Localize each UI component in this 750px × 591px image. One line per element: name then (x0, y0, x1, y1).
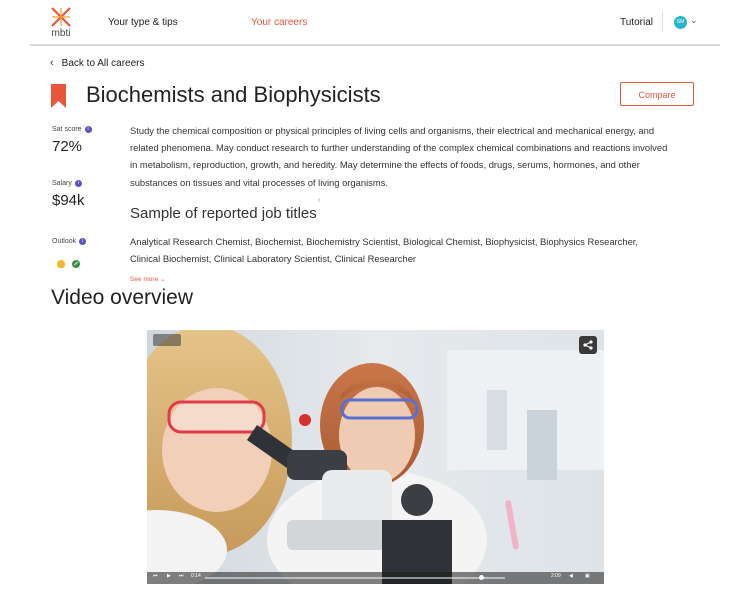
compare-button[interactable]: Compare (620, 82, 694, 106)
salary-value: $94k (52, 192, 85, 209)
chevron-down-icon: ⌄ (160, 276, 166, 283)
info-icon[interactable]: i (74, 180, 82, 187)
progress-handle[interactable] (479, 575, 484, 580)
mbti-logo[interactable]: mbti (46, 6, 76, 40)
time-total: 2:09 (551, 573, 561, 579)
rewind-icon[interactable]: ⏮ (153, 573, 158, 579)
salary-label: Salary i (52, 180, 82, 187)
sat-score-value: 72% (52, 138, 83, 155)
share-icon (583, 340, 593, 350)
nav-your-careers[interactable]: Your careers (251, 17, 307, 28)
job-titles-list: Analytical Research Chemist, Biochemist,… (130, 236, 639, 264)
mbti-logo-icon (51, 7, 71, 27)
job-titles-heading: Sample of reported job titles (130, 205, 317, 222)
info-icon[interactable]: i (79, 238, 87, 245)
career-description: Study the chemical composition or physic… (130, 125, 668, 188)
forward-icon[interactable]: ⏭ (179, 573, 184, 579)
nav-tutorial[interactable]: Tutorial (620, 17, 653, 28)
sat-score-label: Sat score i (52, 126, 92, 133)
chevron-left-icon: ‹ (50, 57, 54, 69)
volume-icon[interactable]: ◀ (569, 573, 573, 579)
nav-your-type[interactable]: Your type & tips (108, 17, 178, 28)
caret-icon: ‹ (318, 197, 321, 204)
page-title: Biochemists and Biophysicists (86, 82, 381, 107)
avatar[interactable]: SM (674, 16, 687, 29)
bookmark-icon[interactable] (51, 84, 66, 108)
time-elapsed: 0:14 (191, 573, 201, 579)
fullscreen-icon[interactable]: ▣ (585, 573, 590, 579)
see-more-link[interactable]: See more ⌄ (130, 275, 165, 283)
top-nav: mbti Your type & tips Your careers Tutor… (0, 0, 750, 46)
chevron-down-icon[interactable]: ⌄ (690, 15, 698, 26)
leaf-icon (72, 260, 80, 268)
video-player[interactable]: ⏮ ▶ ⏭ 0:14 2:09 ◀ ▣ (147, 330, 604, 584)
see-more-label: See more (130, 276, 159, 283)
video-controls: ⏮ ▶ ⏭ 0:14 2:09 ◀ ▣ (147, 572, 604, 584)
outlook-label-text: Outlook (52, 238, 77, 245)
share-button[interactable] (579, 336, 597, 354)
sat-score-label-text: Sat score (52, 126, 82, 133)
outlook-label: Outlook i (52, 238, 87, 245)
lightbulb-icon (57, 260, 65, 268)
info-icon[interactable]: i (84, 126, 92, 133)
logo-text: mbti (51, 28, 71, 39)
progress-track[interactable] (205, 577, 505, 579)
video-overview-heading: Video overview (51, 286, 194, 309)
salary-label-text: Salary (52, 180, 72, 187)
player-corner-icons[interactable] (153, 334, 181, 346)
play-icon[interactable]: ▶ (167, 573, 171, 579)
back-to-careers-link[interactable]: ‹ Back to All careers (50, 57, 144, 69)
video-thumbnail-image (147, 330, 604, 584)
nav-divider-line (30, 44, 720, 46)
nav-divider (662, 12, 663, 32)
outlook-icons (57, 255, 80, 273)
back-label: Back to All careers (61, 58, 145, 69)
